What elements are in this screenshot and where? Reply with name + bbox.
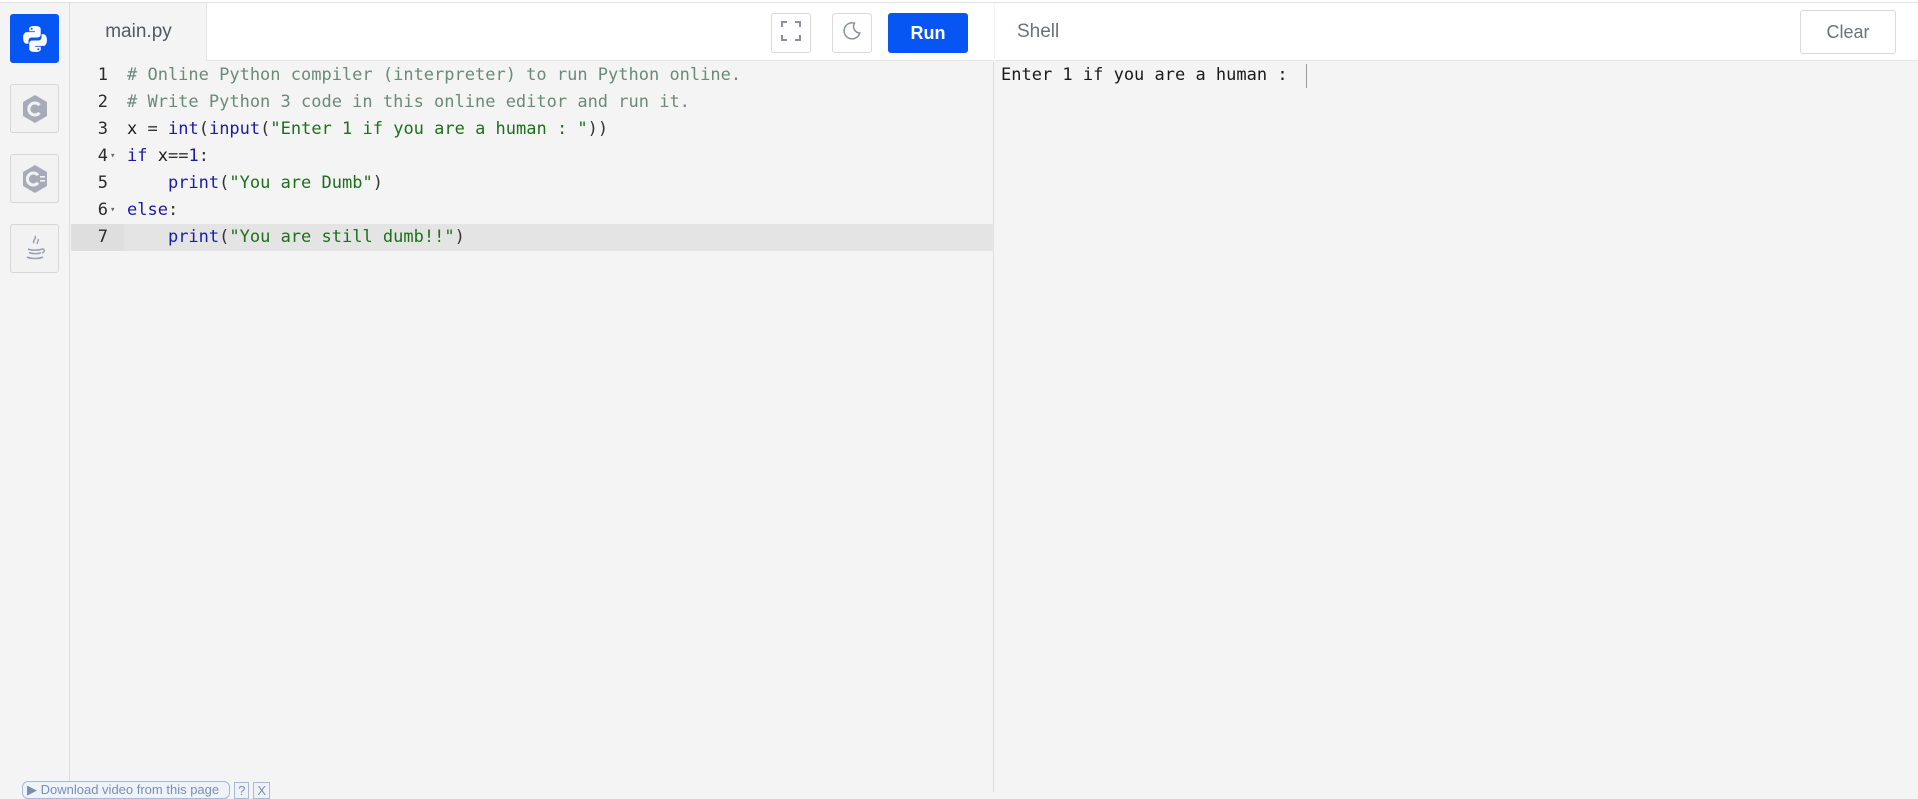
clear-button[interactable]: Clear — [1800, 10, 1896, 54]
code-line: 3 x = int(input("Enter 1 if you are a hu… — [71, 116, 994, 143]
play-icon: ▶ — [27, 782, 37, 797]
java-icon — [22, 233, 48, 265]
run-label: Run — [910, 22, 946, 43]
code-line: 1 # Online Python compiler (interpreter)… — [71, 62, 994, 89]
fullscreen-icon — [781, 20, 801, 46]
line-number: 1 — [97, 65, 108, 85]
cpp-icon — [20, 163, 50, 195]
tab-main-py[interactable]: main.py — [71, 3, 207, 61]
download-video-bar[interactable]: ▶ Download video from this page ? X — [22, 781, 271, 799]
download-video-label: Download video from this page — [40, 782, 220, 797]
close-button[interactable]: X — [253, 781, 271, 799]
line-number: 5 — [97, 173, 108, 193]
line-number: 3 — [97, 119, 108, 139]
shell-toolbar: Shell Clear — [995, 3, 1918, 61]
app-root: main.py Run 1 # Online Python compiler (… — [0, 0, 1918, 799]
python-icon — [20, 24, 50, 54]
java-language-button[interactable] — [10, 224, 59, 273]
code-line: 4 ▾ if x==1: — [71, 143, 994, 170]
c-icon — [20, 93, 50, 125]
code-line: 2 # Write Python 3 code in this online e… — [71, 89, 994, 116]
code-text: print("You are still dumb!!") — [167, 227, 465, 247]
text-caret — [1306, 64, 1307, 88]
line-number: 2 — [97, 92, 108, 112]
code-line: 6 ▾ else: — [71, 197, 994, 224]
code-text: # Online Python compiler (interpreter) t… — [127, 65, 742, 85]
theme-toggle-button[interactable] — [832, 13, 872, 53]
shell-title: Shell — [1017, 21, 1060, 42]
code-text: else: — [127, 200, 179, 220]
fold-arrow-icon[interactable]: ▾ — [110, 143, 120, 170]
line-number: 7 — [71, 224, 124, 251]
download-video-button[interactable]: ▶ Download video from this page — [22, 781, 231, 799]
shell-output[interactable]: Enter 1 if you are a human : — [995, 62, 1918, 792]
tab-label: main.py — [105, 21, 172, 42]
cpp-language-button[interactable] — [10, 154, 59, 203]
help-button[interactable]: ? — [234, 781, 250, 799]
code-text: x = int(input("Enter 1 if you are a huma… — [127, 119, 609, 139]
editor-toolbar: main.py Run — [71, 3, 994, 61]
code-editor[interactable]: 1 # Online Python compiler (interpreter)… — [71, 62, 994, 792]
run-button[interactable]: Run — [888, 13, 968, 53]
code-line: 5 print("You are Dumb") — [71, 170, 994, 197]
language-sidebar — [0, 3, 70, 792]
clear-label: Clear — [1826, 21, 1870, 42]
fullscreen-button[interactable] — [771, 13, 811, 53]
python-language-button[interactable] — [10, 14, 59, 63]
code-text: if x==1: — [127, 146, 209, 166]
code-text: print("You are Dumb") — [167, 173, 383, 193]
moon-icon — [842, 21, 862, 46]
code-line-active: 7 print("You are still dumb!!") — [71, 224, 994, 251]
c-language-button[interactable] — [10, 84, 59, 133]
fold-arrow-icon[interactable]: ▾ — [110, 197, 120, 224]
shell-prompt: Enter 1 if you are a human : — [1001, 65, 1298, 85]
code-text: # Write Python 3 code in this online edi… — [127, 92, 690, 112]
